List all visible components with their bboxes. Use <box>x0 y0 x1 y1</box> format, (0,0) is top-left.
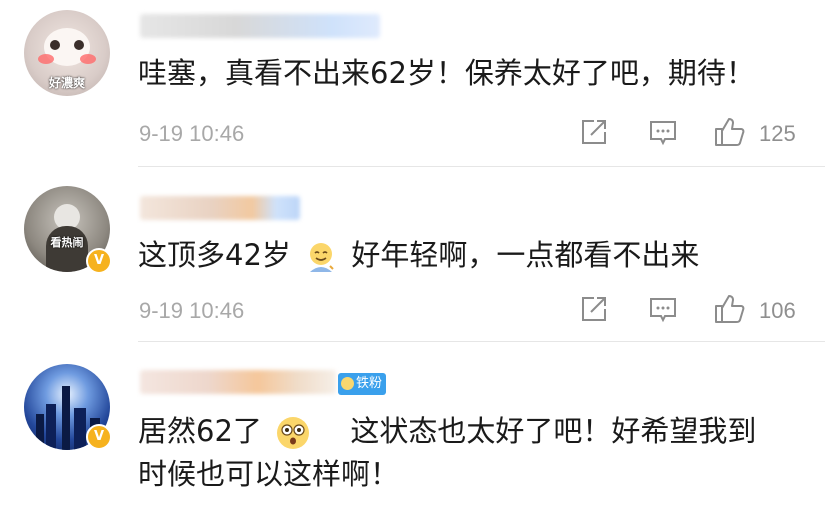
shocked-emoji <box>277 417 310 449</box>
like-icon[interactable] <box>714 115 746 147</box>
avatar[interactable]: 好濃爽 <box>24 10 110 96</box>
like-icon[interactable] <box>714 292 746 324</box>
username-redacted[interactable] <box>140 14 380 38</box>
comment-text: 居然62了 这状态也太好了吧！好希望我到 <box>138 410 756 452</box>
username-redacted[interactable] <box>140 196 300 220</box>
verified-v-icon: V <box>86 248 112 274</box>
comment-text: 哇塞，真看不出来62岁！保养太好了吧，期待！ <box>138 56 755 90</box>
fan-badge-label: 铁粉 <box>356 376 383 391</box>
comment-icon[interactable] <box>649 296 677 324</box>
comment-text-part: 好年轻啊，一点都看不出来 <box>351 238 700 272</box>
username-redacted[interactable] <box>140 370 336 394</box>
smirk-emoji <box>310 243 334 272</box>
verified-v-icon: V <box>86 424 112 450</box>
comment-time: 9-19 10:46 <box>139 121 245 146</box>
repost-icon[interactable] <box>580 295 608 323</box>
repost-icon[interactable] <box>580 118 608 146</box>
fan-badge[interactable]: 铁粉 <box>338 373 387 395</box>
fan-badge-icon <box>341 377 354 390</box>
comment-text-part: 这顶多42岁 <box>138 238 291 272</box>
comment-time: 9-19 10:46 <box>139 298 245 323</box>
comment-text-part: 这状态也太好了吧！好希望我到 <box>350 414 757 448</box>
divider <box>138 166 825 167</box>
like-count: 106 <box>759 298 796 323</box>
comment-text-line2: 时候也可以这样啊！ <box>138 457 400 491</box>
comment-item: 好濃爽 哇塞，真看不出来62岁！保养太好了吧，期待！ 9-19 10:46 12… <box>0 0 825 168</box>
comment-icon[interactable] <box>649 119 677 147</box>
comment-text: 这顶多42岁 好年轻啊，一点都看不出来 <box>138 234 699 276</box>
like-count: 125 <box>759 121 796 146</box>
divider <box>138 341 825 342</box>
avatar-caption: 好濃爽 <box>48 76 85 90</box>
comment-text-part: 居然62了 <box>138 414 262 448</box>
